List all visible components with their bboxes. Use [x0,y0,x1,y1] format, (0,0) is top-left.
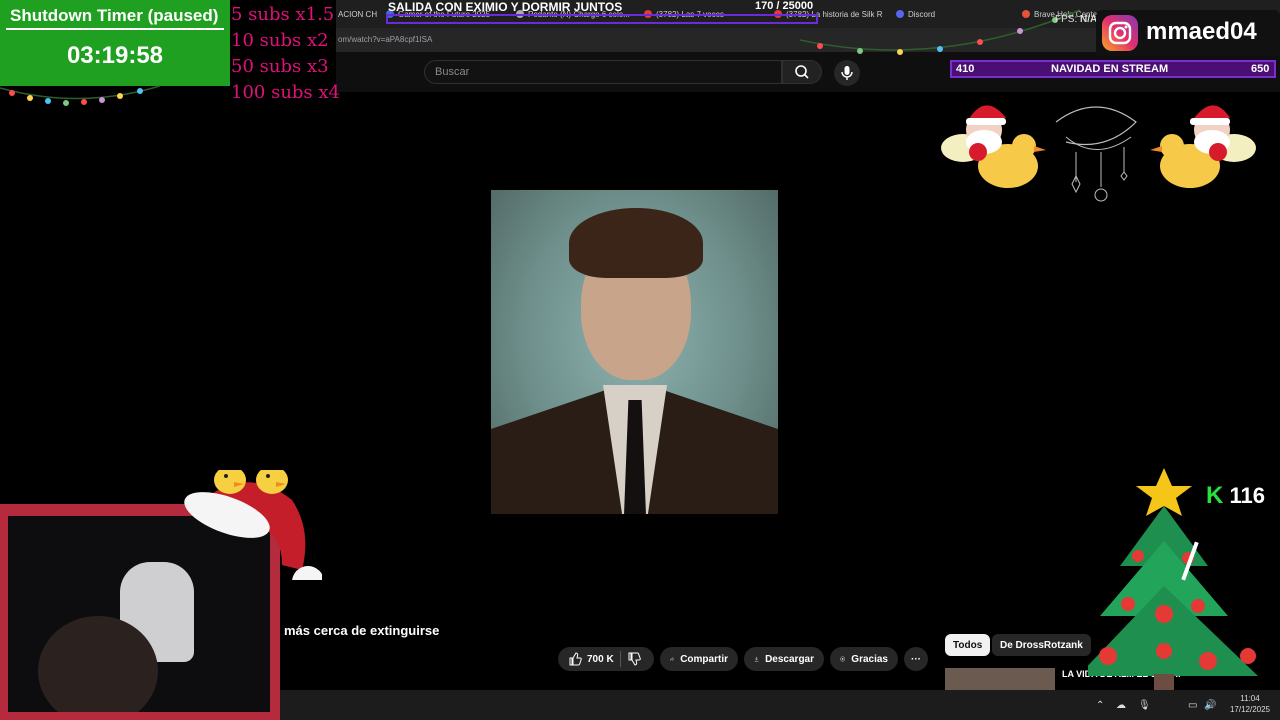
timer-title: Shutdown Timer (paused) [10,6,219,25]
timer-divider [6,28,224,30]
thanks-button[interactable]: $ Gracias [830,647,898,671]
subs-multiplier-list: 5 subs x1.5 10 subs x2 50 subs x3 100 su… [231,2,340,106]
goal-count: 170 / 25000 [755,0,814,12]
onedrive-icon[interactable]: ☁ [1116,700,1126,711]
christmas-tree-decoration [1088,468,1258,690]
fps-counter: FPS: N/A [1055,14,1097,25]
chip-channel[interactable]: De DrossRotzank [992,634,1091,656]
thanks-icon: $ [840,656,846,662]
instagram-icon [1102,15,1138,51]
event-bar-right-value: 650 [1251,63,1270,75]
thanks-label: Gracias [851,653,888,665]
subs-multiplier-item: 5 subs x1.5 [231,4,335,25]
download-button[interactable]: Descargar [744,647,824,671]
browser-tab[interactable]: ACION CH [338,6,383,22]
feliz-navidad-ornament [1055,106,1137,202]
recommended-thumbnail[interactable] [945,668,1055,690]
fps-value: N/A [1080,14,1098,25]
subs-multiplier-item: 100 subs x4 [231,82,340,103]
fps-label: FPS: [1055,14,1078,25]
download-icon [754,656,759,662]
thumbs-up-icon [569,652,582,666]
clock-time: 11:04 [1240,694,1260,703]
instagram-handle: mmaed04 [1146,18,1257,45]
search-button[interactable] [782,60,822,84]
subs-multiplier-item: 50 subs x3 [231,56,329,77]
event-bar-left-value: 410 [956,63,975,75]
tab-label: ACION CH [338,9,378,19]
windows-taskbar [280,690,1280,720]
goal-progress-bar [386,14,818,24]
santa-hat-decoration [184,470,322,580]
share-icon [670,657,675,661]
video-title: más cerca de extinguirse [284,623,440,638]
santa-duck-decoration [1150,105,1256,188]
microphone-icon [841,66,853,80]
divider [619,651,621,667]
search-input[interactable]: Buscar [424,60,782,84]
url-text[interactable]: om/watch?v=aPA8cpf1ISA [338,35,432,44]
christmas-lights-decoration [0,85,160,106]
subs-multiplier-item: 10 subs x2 [231,30,329,51]
svg-text:$: $ [842,657,844,661]
like-button[interactable]: 700 K [568,652,614,666]
more-icon: ··· [911,653,921,665]
timer-value: 03:19:58 [66,42,164,69]
event-bar-title: NAVIDAD EN STREAM [1051,63,1169,75]
search-icon [795,65,809,79]
share-button[interactable]: Compartir [660,647,738,671]
chip-all[interactable]: Todos [945,634,991,656]
christmas-lights-decoration [800,9,1080,55]
download-label: Descargar [765,653,814,665]
goal-title: SALIDA CON EXIMIO Y DORMIR JUNTOS [388,0,623,14]
tray-chevron-icon[interactable]: ⌃ [1096,700,1104,711]
volume-icon[interactable]: 🔊 [1204,700,1216,711]
share-label: Compartir [680,653,728,665]
santa-duck-decoration [941,105,1046,188]
network-icon[interactable]: ▭ [1188,700,1197,711]
taskbar-clock[interactable]: 11:04 17/12/2025 [1222,693,1278,715]
more-actions-button[interactable]: ··· [904,647,928,671]
shutdown-timer-widget: Shutdown Timer (paused) 03:19:58 [0,0,230,86]
thumbs-down-icon[interactable] [627,652,641,666]
voice-search-button[interactable] [834,60,860,86]
like-dislike-group: 700 K [558,647,654,671]
video-frame-portrait [491,190,778,514]
clock-date: 17/12/2025 [1229,705,1271,714]
like-count: 700 K [587,653,614,665]
hair [569,208,703,278]
mic-tray-icon[interactable]: 🎙 [1138,700,1151,711]
